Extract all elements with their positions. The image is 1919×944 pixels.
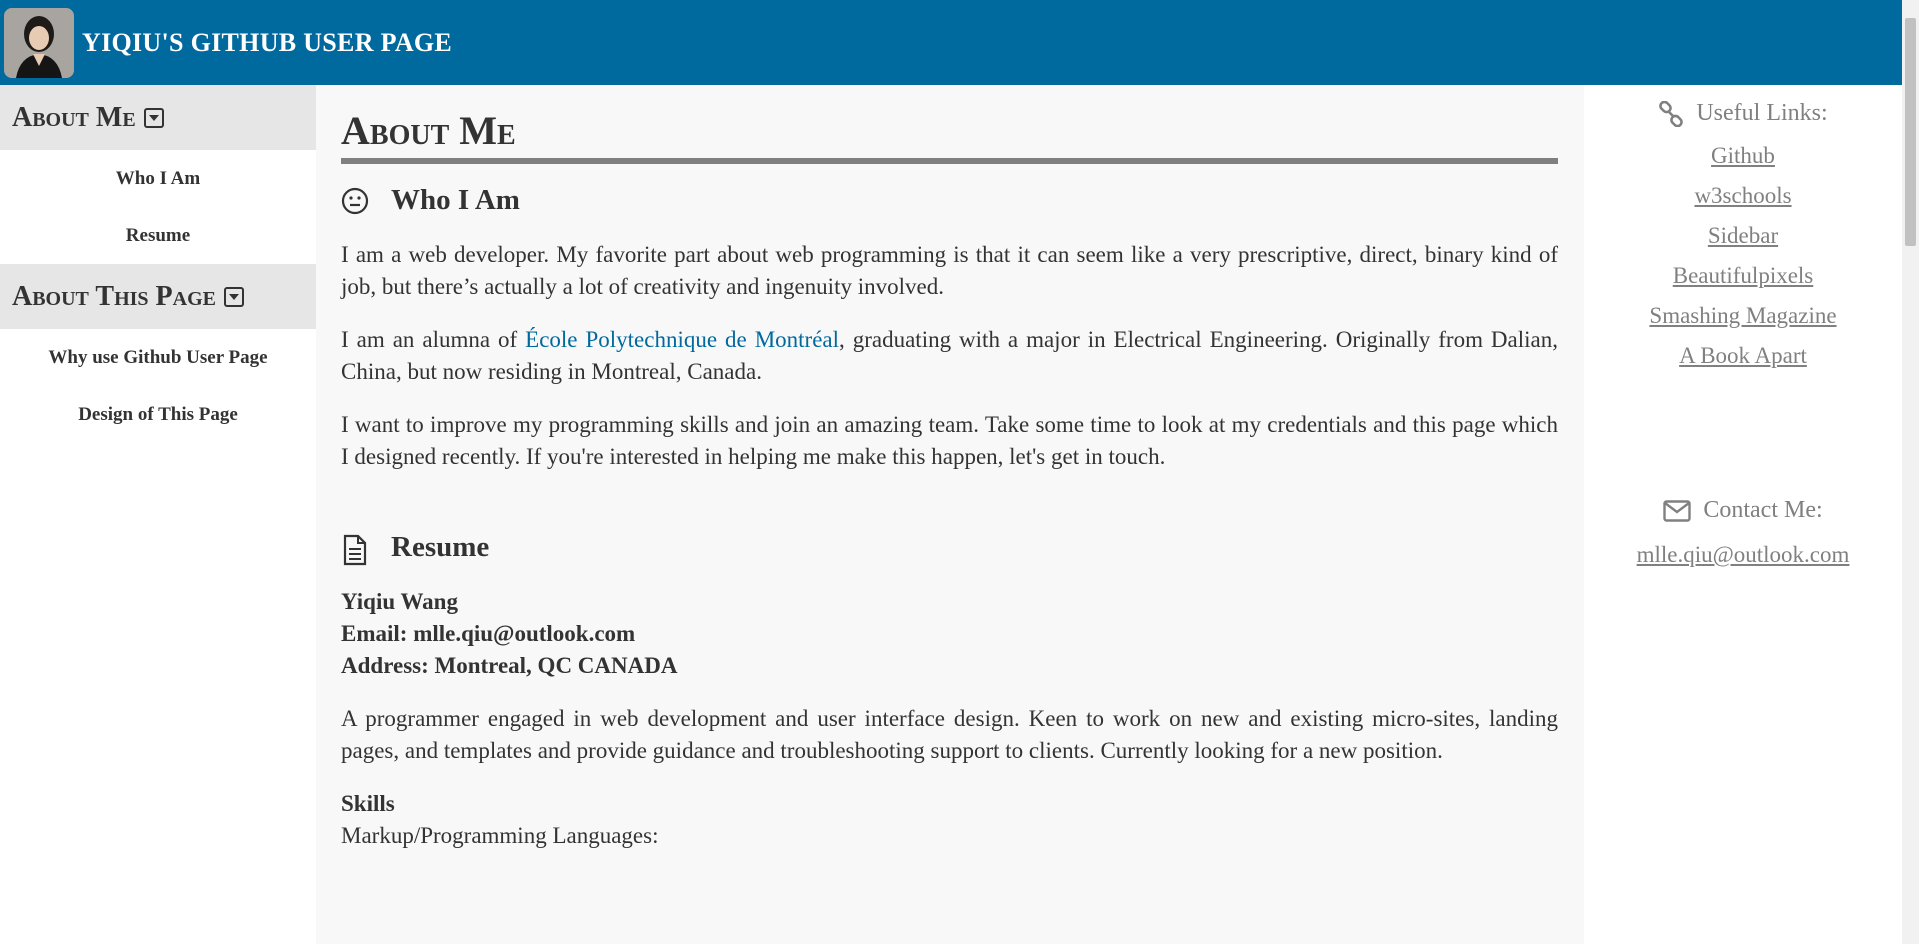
sidebar-item-who-i-am[interactable]: Who I Am [0, 150, 316, 207]
sidebar-item-why-github-page[interactable]: Why use Github User Page [0, 329, 316, 386]
school-link[interactable]: École Polytechnique de Montréal [525, 327, 839, 352]
smile-face-icon [341, 187, 369, 215]
skills-languages-label: Markup/Programming Languages: [341, 823, 659, 848]
section-title: Who I Am [391, 184, 520, 216]
text: I am an alumna of [341, 327, 526, 352]
resume-address: Address: Montreal, QC CANADA [341, 653, 678, 678]
link-w3schools[interactable]: w3schools [1584, 183, 1902, 209]
link-a-book-apart[interactable]: A Book Apart [1584, 343, 1902, 369]
sidebar-section-label: About Me [12, 101, 136, 133]
link-chain-icon [1659, 100, 1684, 127]
contact-email-link[interactable]: mlle.qiu@outlook.com [1584, 542, 1902, 568]
section-heading-resume: Resume [341, 531, 1558, 565]
main-content: About Me Who I Am I am a web developer. … [316, 85, 1584, 944]
sidebar-item-design-of-page[interactable]: Design of This Page [0, 386, 316, 443]
contact-heading: Contact Me: [1584, 497, 1902, 524]
page-title: About Me [341, 107, 1558, 164]
left-sidebar: About Me Who I Am Resume About This Page… [0, 85, 316, 944]
resume-summary: A programmer engaged in web development … [341, 706, 1558, 763]
sidebar-section-about-me[interactable]: About Me [0, 85, 316, 150]
paragraph-intro: I am a web developer. My favorite part a… [341, 242, 1558, 299]
sidebar-section-about-this-page[interactable]: About This Page [0, 264, 316, 329]
caret-square-down-icon[interactable] [143, 107, 164, 128]
paragraph-goals: I want to improve my programming skills … [341, 412, 1558, 469]
section-title: Resume [391, 531, 490, 563]
link-beautifulpixels[interactable]: Beautifulpixels [1584, 263, 1902, 289]
resume-email: Email: mlle.qiu@outlook.com [341, 621, 636, 646]
link-sidebar[interactable]: Sidebar [1584, 223, 1902, 249]
sidebar-item-resume[interactable]: Resume [0, 207, 316, 264]
section-heading-who-i-am: Who I Am [341, 184, 1558, 217]
avatar [4, 7, 74, 78]
useful-links-title: Useful Links: [1696, 100, 1828, 126]
link-github[interactable]: Github [1584, 143, 1902, 169]
site-title: YIQIU'S GITHUB USER PAGE [82, 27, 453, 57]
right-sidebar: Useful Links: Github w3schools Sidebar B… [1584, 85, 1902, 944]
site-header: YIQIU'S GITHUB USER PAGE [0, 0, 1902, 85]
link-smashing-magazine[interactable]: Smashing Magazine [1584, 303, 1902, 329]
useful-links-list: Github w3schools Sidebar Beautifulpixels… [1584, 143, 1902, 369]
document-icon [341, 534, 369, 565]
page-scrollbar[interactable] [1902, 0, 1919, 944]
caret-square-down-icon[interactable] [223, 286, 244, 307]
paragraph-education: I am an alumna of École Polytechnique de… [341, 324, 1558, 388]
avatar-photo-icon [4, 7, 74, 78]
sidebar-section-label: About This Page [12, 280, 216, 312]
skills-heading: Skills [341, 791, 395, 816]
useful-links-heading: Useful Links: [1584, 100, 1902, 127]
envelope-icon [1663, 499, 1692, 522]
resume-identity: Yiqiu Wang Email: mlle.qiu@outlook.com A… [341, 586, 1558, 682]
scrollbar-thumb[interactable] [1905, 18, 1916, 246]
resume-name: Yiqiu Wang [341, 589, 458, 614]
contact-title: Contact Me: [1703, 497, 1823, 523]
